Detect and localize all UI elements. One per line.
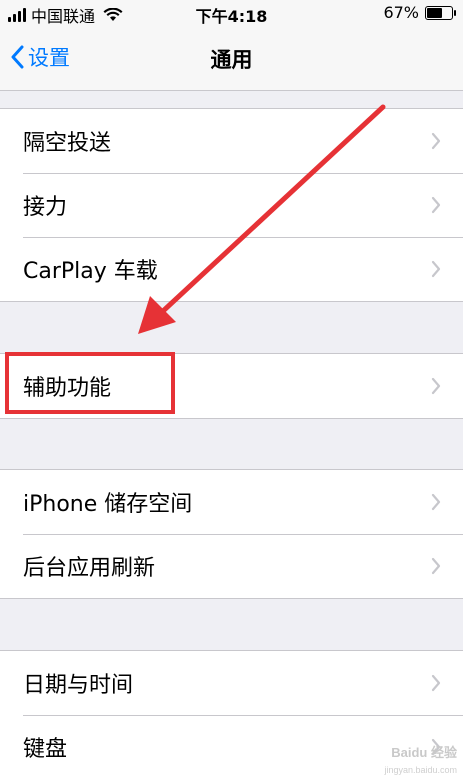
chevron-right-icon — [431, 132, 441, 150]
row-accessibility[interactable]: 辅助功能 — [0, 354, 463, 418]
row-label: 后台应用刷新 — [23, 556, 156, 581]
row-label: 日期与时间 — [23, 673, 134, 698]
battery-icon — [425, 5, 456, 20]
row-carplay[interactable]: CarPlay 车载 — [0, 237, 463, 301]
settings-group-3: iPhone 储存空间 后台应用刷新 — [0, 469, 463, 599]
chevron-right-icon — [431, 674, 441, 692]
watermark-url: jingyan.baidu.com — [384, 765, 457, 775]
navigation-bar: 设置 通用 — [0, 26, 463, 91]
settings-group-2: 辅助功能 — [0, 353, 463, 419]
row-label: iPhone 储存空间 — [23, 492, 193, 517]
row-label: CarPlay 车载 — [23, 259, 158, 284]
watermark: Baidu 经验 — [391, 745, 457, 760]
page-title: 通用 — [210, 48, 253, 72]
row-label: 键盘 — [23, 737, 68, 762]
row-airdrop[interactable]: 隔空投送 — [0, 109, 463, 173]
status-right: 67% — [383, 3, 456, 22]
row-label: 隔空投送 — [23, 131, 112, 156]
battery-fill — [427, 7, 443, 18]
row-handoff[interactable]: 接力 — [0, 173, 463, 237]
row-date-time[interactable]: 日期与时间 — [0, 651, 463, 715]
row-label: 接力 — [23, 195, 68, 220]
chevron-right-icon — [431, 196, 441, 214]
chevron-right-icon — [431, 557, 441, 575]
chevron-right-icon — [431, 260, 441, 278]
battery-percent: 67% — [383, 3, 419, 22]
chevron-right-icon — [431, 377, 441, 395]
settings-group-1: 隔空投送 接力 CarPlay 车载 — [0, 108, 463, 302]
chevron-right-icon — [431, 493, 441, 511]
status-bar: 中国联通 下午4:18 67% — [0, 0, 463, 26]
row-label: 辅助功能 — [23, 376, 112, 401]
row-iphone-storage[interactable]: iPhone 储存空间 — [0, 470, 463, 534]
row-background-refresh[interactable]: 后台应用刷新 — [0, 534, 463, 598]
